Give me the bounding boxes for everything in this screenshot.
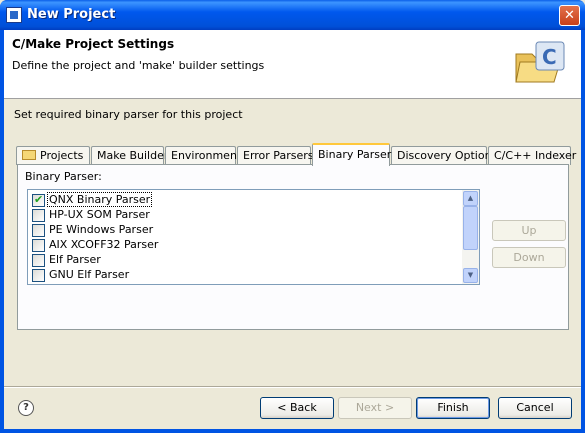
app-icon	[6, 7, 22, 23]
binary-parser-panel: Binary Parser: QNX Binary Parser HP-UX S…	[17, 164, 569, 330]
help-icon[interactable]: ?	[18, 400, 34, 416]
back-button[interactable]: < Back	[260, 397, 334, 419]
svg-text:C: C	[542, 45, 557, 69]
tab-error-parsers[interactable]: Error Parsers	[237, 146, 314, 165]
wizard-header: C/Make Project Settings Define the proje…	[4, 30, 581, 99]
list-item-label: PE Windows Parser	[49, 223, 154, 236]
tab-label: Binary Parser	[318, 148, 392, 161]
checkbox[interactable]	[32, 193, 45, 207]
next-button[interactable]: Next >	[338, 397, 412, 419]
tab-label: Environment	[171, 149, 242, 162]
folder-icon	[22, 150, 36, 160]
new-project-window: New Project ✕ C/Make Project Settings De…	[0, 0, 585, 433]
down-button[interactable]: Down	[492, 247, 566, 268]
c-project-folder-icon: C	[515, 41, 565, 83]
vertical-scrollbar[interactable]: ▲ ▼	[462, 190, 479, 284]
up-button[interactable]: Up	[492, 220, 566, 241]
scroll-thumb[interactable]	[463, 206, 478, 250]
finish-button[interactable]: Finish	[416, 397, 490, 419]
page-title: C/Make Project Settings	[12, 37, 175, 51]
checkbox[interactable]	[32, 239, 45, 252]
tab-label: Discovery Options	[397, 149, 498, 162]
dialog-client: C/Make Project Settings Define the proje…	[4, 30, 581, 429]
window-title: New Project	[27, 7, 116, 22]
list-item-label: AIX XCOFF32 Parser	[49, 238, 159, 251]
close-button[interactable]: ✕	[559, 5, 580, 26]
tab-cpp-indexer[interactable]: C/C++ Indexer	[488, 146, 576, 165]
tab-discovery-options[interactable]: Discovery Options	[391, 146, 497, 165]
scroll-up-icon[interactable]: ▲	[463, 191, 478, 206]
page-description: Define the project and 'make' builder se…	[12, 59, 265, 72]
tab-label: Make Builder	[97, 149, 169, 162]
cancel-button[interactable]: Cancel	[498, 397, 572, 419]
tab-label: C/C++ Indexer	[494, 149, 577, 162]
checkbox[interactable]	[32, 269, 45, 282]
tab-environment[interactable]: Environment	[165, 146, 241, 165]
list-item-label: QNX Binary Parser	[47, 192, 153, 207]
tab-make-builder[interactable]: Make Builder	[91, 146, 168, 165]
tab-label: Projects	[40, 149, 84, 162]
checkbox[interactable]	[32, 209, 45, 222]
scroll-down-icon[interactable]: ▼	[463, 268, 478, 283]
list-item-label: GNU Elf Parser	[49, 268, 130, 281]
checkbox[interactable]	[32, 254, 45, 267]
binary-parser-label: Binary Parser:	[25, 170, 102, 183]
instruction-text: Set required binary parser for this proj…	[14, 108, 243, 121]
tab-projects[interactable]: Projects	[16, 146, 90, 165]
footer-separator	[4, 386, 581, 388]
checkbox[interactable]	[32, 224, 45, 237]
binary-parser-list[interactable]: QNX Binary Parser HP-UX SOM Parser PE Wi…	[27, 189, 480, 285]
tab-binary-parser[interactable]: Binary Parser	[312, 143, 392, 166]
title-bar[interactable]: New Project ✕	[0, 0, 585, 30]
tab-label: Error Parsers	[243, 149, 314, 162]
list-item-label: HP-UX SOM Parser	[49, 208, 150, 221]
list-item-label: Elf Parser	[49, 253, 101, 266]
